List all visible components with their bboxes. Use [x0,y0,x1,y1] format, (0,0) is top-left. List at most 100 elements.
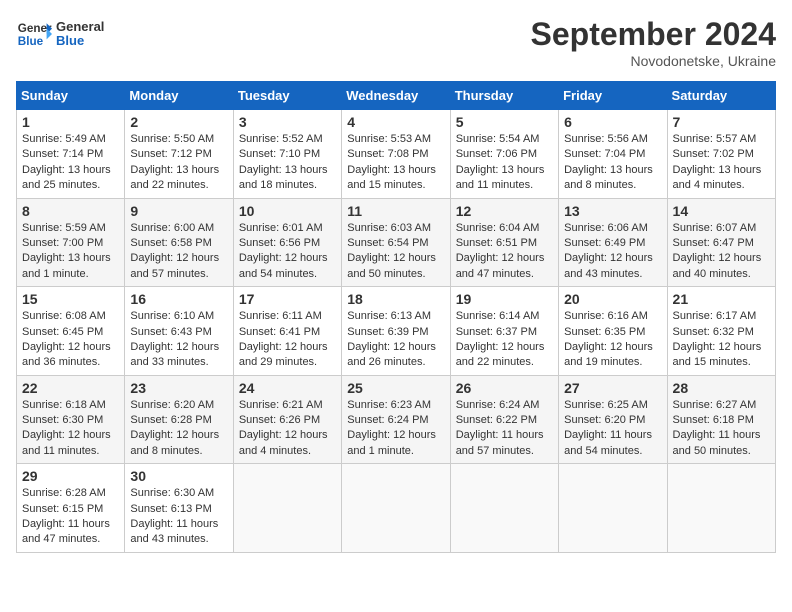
day-info: Sunrise: 5:52 AM Sunset: 7:10 PM Dayligh… [239,132,336,194]
day-info: Sunrise: 6:18 AM Sunset: 6:30 PM Dayligh… [22,398,119,460]
header-cell-thursday: Thursday [450,82,558,110]
day-number: 25 [347,380,444,396]
day-number: 20 [564,291,661,307]
day-number: 18 [347,291,444,307]
calendar-cell: 7 Sunrise: 5:57 AM Sunset: 7:02 PM Daylig… [667,110,775,199]
day-info: Sunrise: 6:04 AM Sunset: 6:51 PM Dayligh… [456,221,553,283]
week-row-3: 22Sunrise: 6:18 AM Sunset: 6:30 PM Dayli… [17,375,776,464]
week-row-4: 29 Sunrise: 6:28 AM Sunset: 6:15 PM Dayli… [17,464,776,553]
calendar-cell: 2 Sunrise: 5:50 AM Sunset: 7:12 PM Daylig… [125,110,233,199]
calendar-cell: 13 Sunrise: 6:06 AM Sunset: 6:49 PM Dayli… [559,198,667,287]
svg-text:Blue: Blue [18,35,44,48]
calendar-cell: 20 Sunrise: 6:16 AM Sunset: 6:35 PM Dayli… [559,287,667,376]
header-row: SundayMondayTuesdayWednesdayThursdayFrid… [17,82,776,110]
day-number: 27 [564,380,661,396]
day-number: 23 [130,380,227,396]
day-info: Sunrise: 6:16 AM Sunset: 6:35 PM Dayligh… [564,309,661,371]
calendar-cell: 14Sunrise: 6:07 AM Sunset: 6:47 PM Dayli… [667,198,775,287]
header-cell-tuesday: Tuesday [233,82,341,110]
header-cell-sunday: Sunday [17,82,125,110]
logo: General Blue General Blue [16,16,104,52]
calendar-cell: 27 Sunrise: 6:25 AM Sunset: 6:20 PM Dayli… [559,375,667,464]
calendar-cell: 6 Sunrise: 5:56 AM Sunset: 7:04 PM Daylig… [559,110,667,199]
day-number: 17 [239,291,336,307]
calendar-cell: 4Sunrise: 5:53 AM Sunset: 7:08 PM Daylig… [342,110,450,199]
day-number: 7 [673,114,770,130]
day-number: 15 [22,291,119,307]
calendar-cell: 8 Sunrise: 5:59 AM Sunset: 7:00 PM Daylig… [17,198,125,287]
location-subtitle: Novodonetske, Ukraine [531,53,776,69]
day-number: 2 [130,114,227,130]
calendar-header: SundayMondayTuesdayWednesdayThursdayFrid… [17,82,776,110]
day-number: 11 [347,203,444,219]
calendar-cell [667,464,775,553]
day-number: 26 [456,380,553,396]
calendar-cell: 22Sunrise: 6:18 AM Sunset: 6:30 PM Dayli… [17,375,125,464]
day-info: Sunrise: 6:28 AM Sunset: 6:15 PM Dayligh… [22,486,119,548]
day-info: Sunrise: 6:08 AM Sunset: 6:45 PM Dayligh… [22,309,119,371]
calendar-cell: 21Sunrise: 6:17 AM Sunset: 6:32 PM Dayli… [667,287,775,376]
calendar-cell: 18 Sunrise: 6:13 AM Sunset: 6:39 PM Dayli… [342,287,450,376]
calendar-cell: 19Sunrise: 6:14 AM Sunset: 6:37 PM Dayli… [450,287,558,376]
day-number: 29 [22,468,119,484]
day-number: 21 [673,291,770,307]
calendar-cell: 12 Sunrise: 6:04 AM Sunset: 6:51 PM Dayli… [450,198,558,287]
day-info: Sunrise: 6:11 AM Sunset: 6:41 PM Dayligh… [239,309,336,371]
calendar-cell: 30 Sunrise: 6:30 AM Sunset: 6:13 PM Dayli… [125,464,233,553]
day-info: Sunrise: 6:25 AM Sunset: 6:20 PM Dayligh… [564,398,661,460]
calendar-cell: 15 Sunrise: 6:08 AM Sunset: 6:45 PM Dayli… [17,287,125,376]
day-info: Sunrise: 6:14 AM Sunset: 6:37 PM Dayligh… [456,309,553,371]
day-number: 1 [22,114,119,130]
day-number: 8 [22,203,119,219]
calendar-cell: 23 Sunrise: 6:20 AM Sunset: 6:28 PM Dayli… [125,375,233,464]
week-row-1: 8 Sunrise: 5:59 AM Sunset: 7:00 PM Daylig… [17,198,776,287]
page-header: General Blue General Blue September 2024… [16,16,776,69]
week-row-0: 1Sunrise: 5:49 AM Sunset: 7:14 PM Daylig… [17,110,776,199]
calendar-body: 1Sunrise: 5:49 AM Sunset: 7:14 PM Daylig… [17,110,776,553]
day-info: Sunrise: 6:30 AM Sunset: 6:13 PM Dayligh… [130,486,227,548]
day-number: 6 [564,114,661,130]
week-row-2: 15 Sunrise: 6:08 AM Sunset: 6:45 PM Dayli… [17,287,776,376]
title-section: September 2024 Novodonetske, Ukraine [531,16,776,69]
calendar-cell: 10 Sunrise: 6:01 AM Sunset: 6:56 PM Dayli… [233,198,341,287]
day-number: 12 [456,203,553,219]
month-title: September 2024 [531,16,776,53]
calendar-cell: 5Sunrise: 5:54 AM Sunset: 7:06 PM Daylig… [450,110,558,199]
calendar-cell: 28Sunrise: 6:27 AM Sunset: 6:18 PM Dayli… [667,375,775,464]
day-info: Sunrise: 5:56 AM Sunset: 7:04 PM Dayligh… [564,132,661,194]
day-number: 5 [456,114,553,130]
header-cell-monday: Monday [125,82,233,110]
day-number: 24 [239,380,336,396]
day-info: Sunrise: 6:20 AM Sunset: 6:28 PM Dayligh… [130,398,227,460]
calendar-cell: 11Sunrise: 6:03 AM Sunset: 6:54 PM Dayli… [342,198,450,287]
day-info: Sunrise: 6:24 AM Sunset: 6:22 PM Dayligh… [456,398,553,460]
day-info: Sunrise: 6:01 AM Sunset: 6:56 PM Dayligh… [239,221,336,283]
header-cell-saturday: Saturday [667,82,775,110]
day-number: 13 [564,203,661,219]
calendar-cell: 17 Sunrise: 6:11 AM Sunset: 6:41 PM Dayli… [233,287,341,376]
calendar-cell [559,464,667,553]
day-info: Sunrise: 5:59 AM Sunset: 7:00 PM Dayligh… [22,221,119,283]
header-cell-wednesday: Wednesday [342,82,450,110]
logo-blue: Blue [56,34,104,48]
day-number: 3 [239,114,336,130]
day-number: 4 [347,114,444,130]
day-info: Sunrise: 5:50 AM Sunset: 7:12 PM Dayligh… [130,132,227,194]
day-number: 28 [673,380,770,396]
calendar-cell [450,464,558,553]
day-info: Sunrise: 6:06 AM Sunset: 6:49 PM Dayligh… [564,221,661,283]
day-info: Sunrise: 6:13 AM Sunset: 6:39 PM Dayligh… [347,309,444,371]
day-number: 30 [130,468,227,484]
day-info: Sunrise: 6:00 AM Sunset: 6:58 PM Dayligh… [130,221,227,283]
day-number: 10 [239,203,336,219]
calendar-cell: 16Sunrise: 6:10 AM Sunset: 6:43 PM Dayli… [125,287,233,376]
calendar-cell: 26 Sunrise: 6:24 AM Sunset: 6:22 PM Dayli… [450,375,558,464]
calendar-cell: 3 Sunrise: 5:52 AM Sunset: 7:10 PM Daylig… [233,110,341,199]
day-number: 9 [130,203,227,219]
calendar-cell: 9 Sunrise: 6:00 AM Sunset: 6:58 PM Daylig… [125,198,233,287]
calendar-cell: 24Sunrise: 6:21 AM Sunset: 6:26 PM Dayli… [233,375,341,464]
day-info: Sunrise: 5:57 AM Sunset: 7:02 PM Dayligh… [673,132,770,194]
calendar-cell: 25Sunrise: 6:23 AM Sunset: 6:24 PM Dayli… [342,375,450,464]
day-number: 14 [673,203,770,219]
logo-general: General [56,20,104,34]
